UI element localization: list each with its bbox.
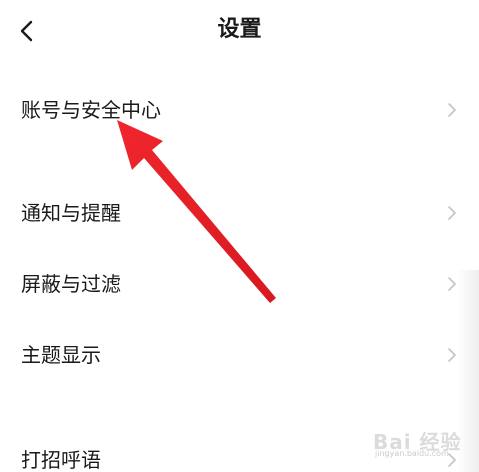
settings-item-label: 屏蔽与过滤 — [21, 272, 121, 296]
settings-item-label: 打招呼语 — [21, 448, 101, 472]
settings-item-block-filter[interactable]: 屏蔽与过滤 — [0, 258, 479, 310]
settings-item-label: 主题显示 — [21, 343, 101, 367]
chevron-right-icon — [448, 206, 456, 220]
chevron-right-icon — [448, 348, 456, 362]
settings-screen: 设置 账号与安全中心 通知与提醒 屏蔽与过滤 主题显示 打招呼语 Bai 经验 … — [0, 0, 479, 472]
chevron-left-icon — [20, 20, 33, 42]
chevron-right-icon — [448, 103, 456, 117]
settings-item-greeting[interactable]: 打招呼语 — [0, 434, 479, 472]
settings-item-account-security[interactable]: 账号与安全中心 — [0, 84, 479, 136]
header-bar: 设置 — [0, 0, 479, 60]
chevron-right-icon — [448, 277, 456, 291]
page-title: 设置 — [217, 17, 262, 42]
settings-item-theme[interactable]: 主题显示 — [0, 329, 479, 381]
section-divider — [0, 150, 479, 160]
back-button[interactable] — [10, 14, 44, 48]
settings-item-label: 账号与安全中心 — [21, 98, 161, 122]
section-divider — [0, 392, 479, 402]
settings-item-label: 通知与提醒 — [21, 201, 121, 225]
settings-item-notifications[interactable]: 通知与提醒 — [0, 187, 479, 239]
chevron-right-icon — [448, 453, 456, 467]
